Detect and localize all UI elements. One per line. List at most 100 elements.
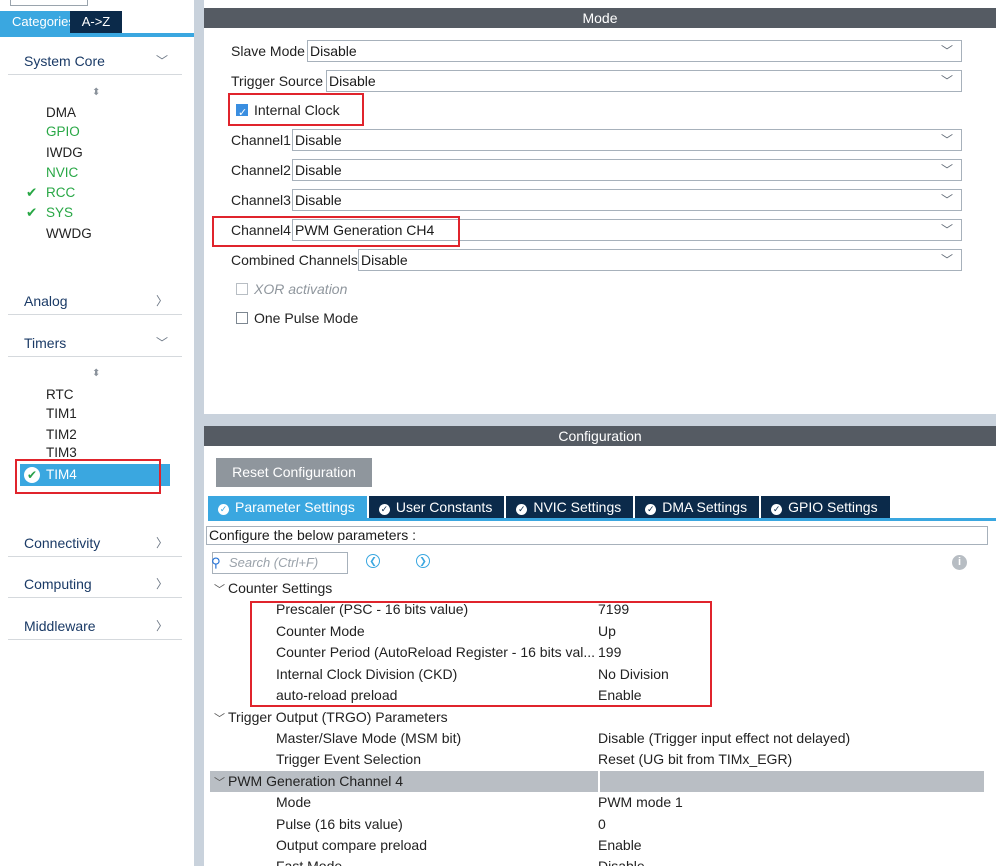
sidebar-item-sys[interactable]: ✔ SYS [26,203,74,223]
param-value[interactable]: Disable [598,856,645,866]
chevron-down-icon: ﹀ [940,163,953,177]
category-connectivity[interactable]: Connectivity 〉 [8,529,182,557]
tab-gpio-settings[interactable]: ✓ GPIO Settings [761,496,890,518]
chevron-down-icon: ﹀ [940,44,953,58]
category-timers[interactable]: Timers ﹀ [8,329,182,357]
channel3-select[interactable]: Disable ﹀ [292,189,962,211]
sidebar-item-rtc[interactable]: RTC [46,385,74,405]
tab-categories[interactable]: Categories [0,11,75,33]
tab-a-to-z[interactable]: A->Z [70,11,122,33]
configuration-header: Configuration [204,426,996,446]
one-pulse-mode-label: One Pulse Mode [254,310,359,326]
chevron-right-icon: 〉 [155,294,168,308]
channel1-label: Channel1 [231,132,291,148]
slave-mode-select[interactable]: Disable ﹀ [307,40,962,62]
category-label: Computing [24,576,92,592]
chevron-down-icon: ﹀ [214,584,225,596]
param-name: Trigger Event Selection [276,751,421,767]
sort-icon[interactable]: ⬍ [92,368,100,379]
chevron-down-icon: ﹀ [155,54,168,68]
highlight-box-tim4 [15,459,161,494]
tab-label: User Constants [395,499,493,515]
channel1-select[interactable]: Disable ﹀ [292,129,962,151]
chevron-down-icon: ﹀ [940,223,953,237]
combined-channels-select[interactable]: Disable ﹀ [358,249,962,271]
tab-underline [208,518,996,521]
channel2-row: Channel2 [231,159,291,181]
info-icon[interactable]: i [952,555,967,570]
param-name: Master/Slave Mode (MSM bit) [276,730,462,746]
category-label: Timers [24,335,67,351]
chevron-down-icon: ﹀ [940,193,953,207]
highlight-box-counter-settings [250,601,712,707]
sidebar-search-input[interactable] [10,0,88,6]
highlight-box-channel4 [212,216,460,247]
xor-activation-label: XOR activation [254,281,348,297]
channel3-label: Channel3 [231,192,291,208]
select-value: Disable [295,132,342,148]
trigger-source-row: Trigger Source [231,70,323,92]
sidebar-item-wwdg[interactable]: WWDG [46,224,92,244]
param-value[interactable]: Enable [598,835,642,856]
tab-dma-settings[interactable]: ✓ DMA Settings [635,496,760,518]
param-name: Output compare preload [276,837,427,853]
panel-splitter-horizontal[interactable] [204,414,996,426]
sort-icon[interactable]: ⬍ [92,87,100,98]
tab-nvic-settings[interactable]: ✓ NVIC Settings [506,496,634,518]
sidebar-item-iwdg[interactable]: IWDG [46,143,83,163]
group-counter-settings[interactable]: ﹀ Counter Settings [214,578,332,599]
parameter-search-input[interactable]: ⚲ Search (Ctrl+F) [211,552,348,574]
panel-splitter[interactable] [194,0,204,866]
tab-parameter-settings[interactable]: ✓ Parameter Settings [208,496,367,518]
channel1-row: Channel1 [231,129,291,151]
group-trigger-output[interactable]: ﹀ Trigger Output (TRGO) Parameters [214,707,448,728]
category-label: Analog [24,293,68,309]
instructions-text: Configure the below parameters : [206,526,988,545]
tab-label: Parameter Settings [235,499,355,515]
tab-label: GPIO Settings [788,499,878,515]
check-circle-icon: ✓ [218,504,229,515]
group-title: Trigger Output (TRGO) Parameters [228,709,448,725]
category-computing[interactable]: Computing 〉 [8,570,182,598]
channel2-select[interactable]: Disable ﹀ [292,159,962,181]
sidebar-item-nvic[interactable]: NVIC [46,163,78,183]
sidebar-item-label: SYS [46,205,74,220]
sidebar-tabs: Categories A->Z [0,11,122,33]
category-system-core[interactable]: System Core ﹀ [8,47,182,75]
category-label: System Core [24,53,105,69]
sidebar: Categories A->Z System Core ﹀ ⬍ DMA GPIO… [0,0,194,866]
trigger-source-select[interactable]: Disable ﹀ [326,70,962,92]
category-middleware[interactable]: Middleware 〉 [8,612,182,640]
sidebar-item-dma[interactable]: DMA [46,103,76,123]
previous-result-icon[interactable]: ❮ [366,554,380,568]
group-title: Counter Settings [228,580,333,596]
checkbox-unchecked-icon[interactable] [236,312,248,324]
sidebar-item-gpio[interactable]: GPIO [46,122,80,142]
sidebar-item-tim2[interactable]: TIM2 [46,425,77,445]
tab-user-constants[interactable]: ✓ User Constants [368,496,505,518]
combined-channels-label: Combined Channels [231,252,358,268]
chevron-down-icon: ﹀ [940,74,953,88]
check-icon: ✔ [26,185,38,200]
chevron-down-icon: ﹀ [214,713,225,725]
param-value[interactable]: Reset (UG bit from TIMx_EGR) [598,749,792,770]
sidebar-item-tim1[interactable]: TIM1 [46,404,77,424]
reset-configuration-button[interactable]: Reset Configuration [216,458,372,487]
column-divider [598,771,600,792]
category-analog[interactable]: Analog 〉 [8,287,182,315]
param-value[interactable]: PWM mode 1 [598,792,683,813]
select-value: Disable [295,162,342,178]
chevron-right-icon: 〉 [155,577,168,591]
chevron-down-icon: ﹀ [940,133,953,147]
sidebar-item-rcc[interactable]: ✔ RCC [26,183,75,203]
highlight-box-internal-clock [228,93,364,126]
select-value: Disable [361,252,408,268]
param-value[interactable]: Disable (Trigger input effect not delaye… [598,728,850,749]
one-pulse-mode-checkbox[interactable]: One Pulse Mode [236,307,358,329]
param-value[interactable]: 0 [598,814,606,835]
mode-header: Mode [204,8,996,28]
param-name: Fast Mode [276,858,343,866]
sidebar-item-tim3[interactable]: TIM3 [46,443,77,457]
group-pwm-generation-channel4[interactable]: ﹀ PWM Generation Channel 4 [210,771,984,792]
next-result-icon[interactable]: ❯ [416,554,430,568]
